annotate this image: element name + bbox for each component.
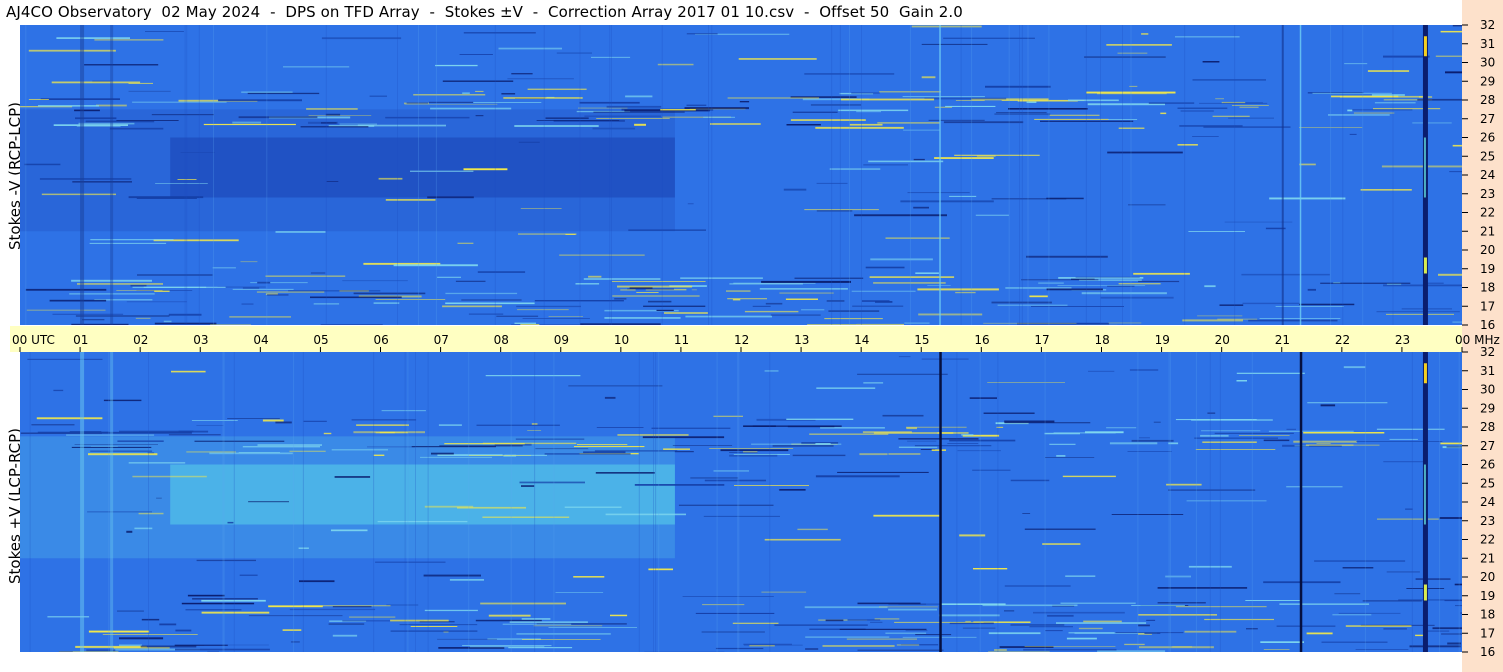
- x-tick-label: 23: [1395, 333, 1410, 347]
- x-tick-label: 19: [1155, 333, 1170, 347]
- x-tick-label: 14: [854, 333, 869, 347]
- x-tick-label: 02: [133, 333, 148, 347]
- y-tick-label: 28: [1480, 93, 1495, 107]
- y-tick-label: 21: [1480, 551, 1495, 565]
- y-tick-label: 26: [1480, 458, 1495, 472]
- y-tick-label: 23: [1480, 187, 1495, 201]
- x-tick-label: 20: [1215, 333, 1230, 347]
- y-tick-label: 26: [1480, 131, 1495, 145]
- y-tick-label: 31: [1480, 37, 1495, 51]
- y-tick-label: 18: [1480, 281, 1495, 295]
- x-tick-label: 08: [494, 333, 509, 347]
- x-tick-label: 00 UTC: [12, 333, 55, 347]
- y-tick-label: 20: [1480, 243, 1495, 257]
- y-tick-label: 17: [1480, 626, 1495, 640]
- y-tick-label: 19: [1480, 262, 1495, 276]
- y-tick-label: 22: [1480, 533, 1495, 547]
- x-tick-label: 12: [734, 333, 749, 347]
- y-tick-label: 27: [1480, 439, 1495, 453]
- y-tick-label: 20: [1480, 570, 1495, 584]
- spectrogram-figure: AJ4CO Observatory 02 May 2024 - DPS on T…: [0, 0, 1503, 672]
- x-tick-label: 04: [253, 333, 268, 347]
- y-tick-label: 25: [1480, 149, 1495, 163]
- x-tick-label: 11: [674, 333, 689, 347]
- x-tick-label: 21: [1275, 333, 1290, 347]
- y-tick-label: 32: [1480, 345, 1495, 359]
- x-tick-label: 05: [313, 333, 328, 347]
- y-tick-label: 17: [1480, 299, 1495, 313]
- x-tick-label: 13: [794, 333, 809, 347]
- x-tick-label: 22: [1335, 333, 1350, 347]
- y-tick-label: 18: [1480, 608, 1495, 622]
- x-tick-label: 06: [374, 333, 389, 347]
- y-tick-label: 24: [1480, 168, 1495, 182]
- y-tick-label: 30: [1480, 56, 1495, 70]
- x-tick-label: 09: [554, 333, 569, 347]
- y-tick-label: 30: [1480, 383, 1495, 397]
- y-tick-label: 29: [1480, 74, 1495, 88]
- y-tick-label: 31: [1480, 364, 1495, 378]
- y-tick-label: 16: [1480, 318, 1495, 332]
- y-tick-label: 21: [1480, 224, 1495, 238]
- y-tick-label: 32: [1480, 18, 1495, 32]
- y-tick-label: 27: [1480, 112, 1495, 126]
- y-tick-label: 29: [1480, 401, 1495, 415]
- x-tick-label: 15: [914, 333, 929, 347]
- y-tick-label: 22: [1480, 206, 1495, 220]
- y-tick-label: 19: [1480, 589, 1495, 603]
- x-tick-label: 16: [974, 333, 989, 347]
- y-tick-label: 23: [1480, 514, 1495, 528]
- x-tick-label: 17: [1034, 333, 1049, 347]
- axes-overlay: 00 UTC 01 02 03 04 05 06 07 08 09 10 11 12 13 14 15 16 17…: [12, 18, 1500, 659]
- y-tick-label: 28: [1480, 420, 1495, 434]
- x-tick-label: 10: [614, 333, 629, 347]
- y-tick-label: 25: [1480, 476, 1495, 490]
- x-tick-label: 03: [193, 333, 208, 347]
- x-tick-label: 01: [73, 333, 88, 347]
- x-tick-label: 18: [1095, 333, 1110, 347]
- y-tick-label: 16: [1480, 645, 1495, 659]
- y-tick-label: 24: [1480, 495, 1495, 509]
- x-tick-label: 07: [434, 333, 449, 347]
